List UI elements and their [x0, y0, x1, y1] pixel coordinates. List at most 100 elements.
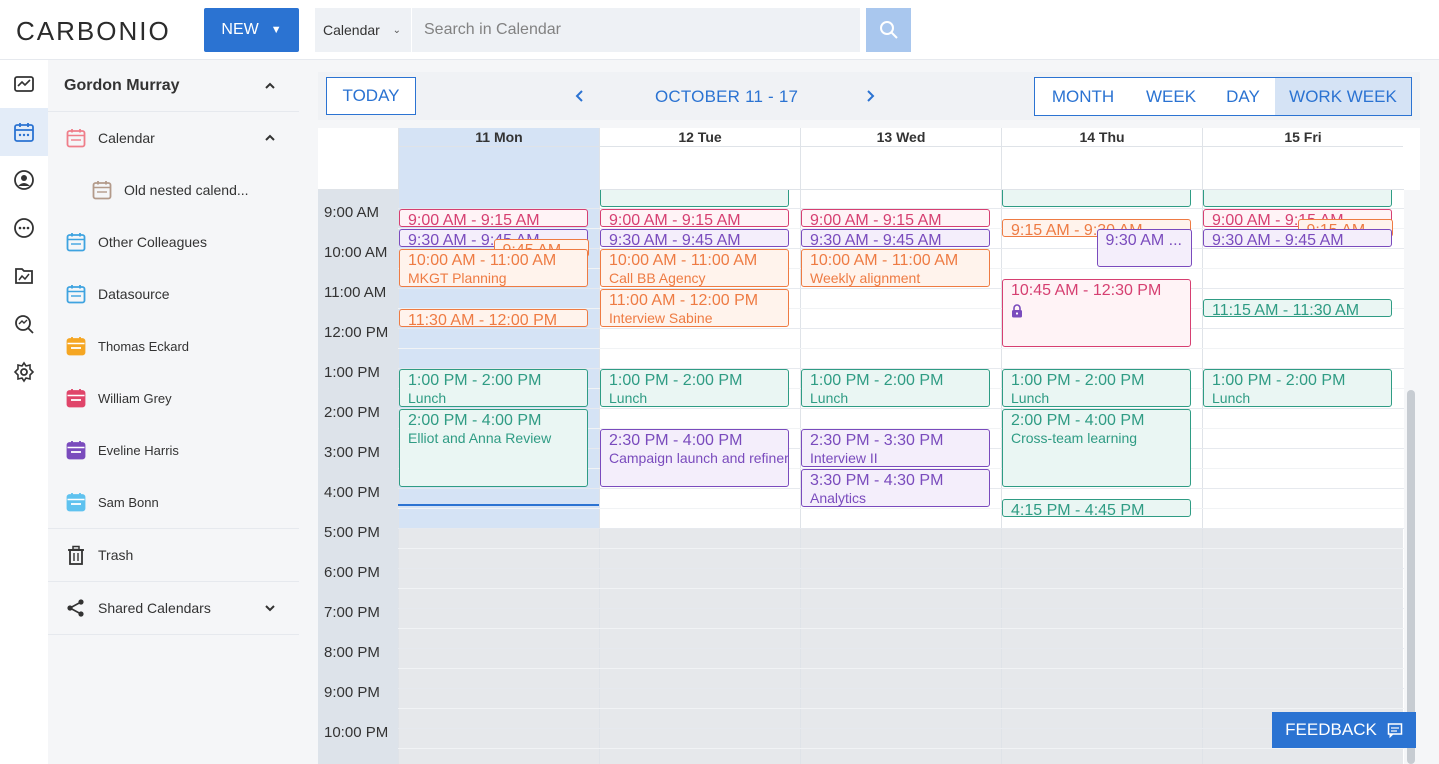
new-button[interactable]: NEW ▼	[204, 8, 299, 52]
day-header[interactable]: 12 Tue	[599, 128, 800, 190]
rail-files[interactable]	[0, 252, 48, 300]
sidebar-item-trash[interactable]: Trash	[48, 529, 299, 581]
view-month-button[interactable]: MONTH	[1035, 78, 1131, 115]
event-time: 2:00 PM - 4:00 PM	[408, 412, 542, 429]
calendar-event[interactable]: 2:30 PM - 4:00 PM Campaign launch and ref…	[600, 429, 789, 487]
event-time: 2:00 PM - 4:00 PM	[1011, 412, 1145, 429]
half-hour-line	[398, 508, 1404, 509]
search-button[interactable]	[866, 8, 911, 52]
day-header[interactable]: 11 Mon	[398, 128, 599, 190]
sidebar-item-william-grey[interactable]: William Grey	[48, 372, 299, 424]
calendar-event[interactable]: 11:00 AM - 12:00 PM Interview Sabine	[600, 289, 789, 327]
calendar-event[interactable]: 10:00 AM - 11:00 AM MKGT Planning	[399, 249, 588, 287]
chevron-down-icon: ⌄	[392, 24, 401, 36]
calendar-event[interactable]: 9:00 AM - 9:15 AM	[801, 209, 990, 227]
rail-dashboard[interactable]	[0, 60, 48, 108]
calendar-main: TODAY OCTOBER 11 - 17 MONTH WEEK DAY WORK W…	[299, 60, 1439, 764]
event-time: 1:00 PM - 2:00 PM	[810, 372, 944, 389]
calendar-event[interactable]: 9:00 AM - 9:15 AM	[600, 209, 789, 227]
calendar-event[interactable]: 9:30 AM ...	[1096, 229, 1192, 267]
calendar-event[interactable]: 2:30 PM - 3:30 PM Interview II	[801, 429, 990, 467]
day-header[interactable]: 15 Fri	[1202, 128, 1403, 190]
day-column[interactable]	[1202, 190, 1403, 764]
view-week-button[interactable]: WEEK	[1131, 78, 1211, 115]
search-input[interactable]	[412, 8, 860, 52]
calendar-event[interactable]: 10:00 AM - 11:00 AM Weekly alignment	[801, 249, 990, 287]
event-title: Campaign launch and refinement	[609, 450, 788, 466]
sidebar-item-datasource[interactable]: Datasource	[48, 268, 299, 320]
new-button-label: NEW	[221, 21, 259, 38]
view-work-week-button[interactable]: WORK WEEK	[1275, 78, 1411, 115]
half-hour-line	[398, 628, 1404, 629]
day-header[interactable]: 14 Thu	[1001, 128, 1202, 190]
event-title: Lunch	[408, 390, 447, 406]
message-icon	[1387, 723, 1403, 738]
calendar-event[interactable]: 10:45 AM - 12:30 PM	[1002, 279, 1191, 347]
sidebar-item-eveline-harris[interactable]: Eveline Harris	[48, 424, 299, 476]
calendar-event[interactable]: 1:00 PM - 2:00 PM Lunch	[1203, 369, 1392, 407]
contacts-icon	[14, 170, 34, 190]
half-hour-line	[398, 748, 1404, 749]
calendar-event[interactable]: 4:15 PM - 4:45 PM	[1002, 499, 1191, 517]
feedback-button[interactable]: FEEDBACK	[1272, 712, 1416, 748]
calendar-event[interactable]: 2:00 PM - 4:00 PM Elliot and Anna Review	[399, 409, 588, 487]
rail-chat[interactable]	[0, 204, 48, 252]
sidebar-item-old-nested-calend[interactable]: Old nested calend...	[48, 164, 299, 216]
all-day-row[interactable]	[399, 146, 599, 147]
rail-calendar[interactable]	[0, 108, 48, 156]
sidebar-item-thomas-eckard[interactable]: Thomas Eckard	[48, 320, 299, 372]
sidebar-item-calendar[interactable]: Calendar	[48, 112, 299, 164]
time-label: 10:00 PM	[324, 724, 389, 741]
next-week-button[interactable]	[858, 84, 882, 108]
sidebar-item-label: William Grey	[98, 390, 172, 406]
scroll-thumb[interactable]	[1407, 390, 1415, 764]
sidebar-item-sam-bonn[interactable]: Sam Bonn	[48, 476, 299, 528]
all-day-row[interactable]	[801, 146, 1001, 147]
sidebar-item-shared-calendars[interactable]: Shared Calendars	[48, 582, 299, 634]
calendar-event[interactable]: 11:30 AM - 12:00 PM	[399, 309, 588, 327]
half-hour-line	[398, 548, 1404, 549]
grid-scrollbar[interactable]	[1404, 190, 1420, 764]
search-module-select[interactable]: Calendar ⌄	[315, 8, 412, 52]
calendar-event[interactable]: 10:00 AM - 11:00 AM Call BB Agency	[600, 249, 789, 287]
half-hour-line	[398, 588, 1404, 589]
calendar-event[interactable]: 2:00 PM - 4:00 PM Cross-team learning	[1002, 409, 1191, 487]
calendar-toolbar: TODAY OCTOBER 11 - 17 MONTH WEEK DAY WORK W…	[318, 72, 1420, 120]
day-header[interactable]: 13 Wed	[800, 128, 1001, 190]
event-title: Lunch	[609, 390, 648, 406]
date-range-label: OCTOBER 11 - 17	[655, 87, 799, 106]
calendar-event[interactable]: 11:15 AM - 11:30 AM	[1203, 299, 1392, 317]
rail-contacts[interactable]	[0, 156, 48, 204]
rail-search[interactable]	[0, 300, 48, 348]
calendar-event[interactable]: 1:00 PM - 2:00 PM Lunch	[1002, 369, 1191, 407]
sidebar: Gordon Murray Calendar Old nested calend.…	[48, 60, 299, 764]
hour-line	[398, 608, 1404, 609]
previous-week-button[interactable]	[568, 84, 592, 108]
event-title: Analytics	[810, 490, 867, 506]
calendar-event[interactable]: 9:30 AM - 9:45 AM	[600, 229, 789, 247]
all-day-row[interactable]	[600, 146, 800, 147]
calendar-event[interactable]: 9:30 AM - 9:45 AM	[801, 229, 990, 247]
all-day-row[interactable]	[1002, 146, 1202, 147]
sidebar-item-other-colleagues[interactable]: Other Colleagues	[48, 216, 299, 268]
rail-settings[interactable]	[0, 348, 48, 396]
time-label: 4:00 PM	[324, 484, 380, 501]
time-column: 8:00 AM9:00 AM10:00 AM11:00 AM12:00 PM1:…	[318, 164, 398, 764]
sidebar-item-label: Sam Bonn	[98, 494, 159, 510]
calendar-event[interactable]: 9:00 AM - 9:15 AM	[399, 209, 588, 227]
event-time: 2:30 PM - 4:00 PM	[609, 432, 743, 449]
calendar-event[interactable]: 3:30 PM - 4:30 PM Analytics	[801, 469, 990, 507]
calendar-icon	[14, 123, 34, 142]
calendar-event[interactable]: 1:00 PM - 2:00 PM Lunch	[600, 369, 789, 407]
account-header[interactable]: Gordon Murray	[48, 60, 299, 112]
calendar-event[interactable]: 9:30 AM - 9:45 AM	[1203, 229, 1392, 247]
chevron-down-icon	[265, 605, 275, 612]
calendar-event[interactable]: 1:00 PM - 2:00 PM Lunch	[399, 369, 588, 407]
today-button[interactable]: TODAY	[326, 77, 416, 115]
time-label: 9:00 AM	[324, 204, 380, 221]
share-icon	[66, 598, 86, 618]
calendar-event[interactable]: 1:00 PM - 2:00 PM Lunch	[801, 369, 990, 407]
all-day-row[interactable]	[1203, 146, 1403, 147]
view-day-button[interactable]: DAY	[1211, 78, 1275, 115]
half-hour-line	[398, 668, 1404, 669]
